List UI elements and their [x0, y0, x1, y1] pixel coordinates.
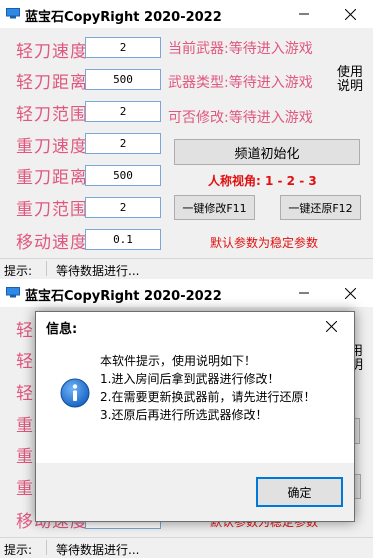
move-speed-input[interactable]: 0.1 — [85, 229, 161, 250]
weapon-type-text: 武器类型:等待进入游戏 — [168, 75, 313, 91]
dialog-line-1: 本软件提示，使用说明如下！ — [100, 354, 257, 368]
close-button[interactable] — [327, 279, 373, 307]
modifiable-text: 可否修改:等待进入游戏 — [168, 110, 313, 126]
label-heavy-speed: 重刀速度 — [16, 137, 88, 157]
label-light-range-dist: 轻刀距离 — [16, 73, 88, 93]
restore-f12-button[interactable]: 一键还原F12 — [280, 195, 361, 220]
light-scope-input[interactable]: 2 — [85, 101, 161, 122]
minimize-button[interactable] — [281, 279, 327, 307]
usage-line-1: 使用 — [336, 65, 363, 80]
status-label: 提示: — [4, 543, 33, 557]
label-light-scope: 轻刀范围 — [16, 105, 88, 125]
close-icon — [344, 8, 356, 20]
status-label: 提示: — [4, 264, 33, 278]
dialog-line-3: 2.在需要更新换武器前，请先进行还原！ — [100, 390, 316, 404]
info-icon — [60, 378, 90, 408]
dialog-close-button[interactable] — [308, 312, 354, 340]
app-icon — [6, 287, 20, 298]
main-window: 蓝宝石CopyRight 2020-2022 轻刀速度 轻刀距离 轻刀范围 重刀… — [0, 0, 373, 279]
label-heavy-dist: 重刀距离 — [16, 168, 88, 188]
window-title: 蓝宝石CopyRight 2020-2022 — [25, 289, 222, 304]
minimize-icon — [299, 13, 309, 15]
minimize-icon — [299, 292, 309, 294]
label-move-speed: 移动速度 — [16, 233, 88, 253]
dialog-title: 信息: — [46, 322, 78, 337]
view-perspective-text: 人称视角: 1 - 2 - 3 — [208, 174, 317, 188]
close-icon — [344, 287, 356, 299]
status-separator — [46, 540, 47, 555]
usage-line-2: 说明 — [336, 79, 363, 94]
default-params-note: 默认参数为稳定参数 — [210, 236, 319, 250]
close-button[interactable] — [327, 0, 373, 28]
info-dialog: 信息: 本软件提示，使用说明如下！ 1.进入房间后拿到武器进行修改！ 2.在需要… — [35, 311, 355, 522]
dialog-body: 本软件提示，使用说明如下！ 1.进入房间后拿到武器进行修改！ 2.在需要更新换武… — [36, 340, 354, 463]
heavy-speed-input[interactable]: 2 — [85, 133, 161, 154]
usage-instructions-link[interactable]: 使用 说明 — [336, 66, 364, 94]
app-icon — [6, 8, 20, 19]
dialog-footer: 确定 — [36, 463, 354, 521]
title-bar: 蓝宝石CopyRight 2020-2022 — [0, 0, 373, 28]
heavy-scope-input[interactable]: 2 — [85, 197, 161, 218]
close-icon — [325, 320, 337, 332]
light-speed-input[interactable]: 2 — [85, 37, 161, 58]
heavy-dist-input[interactable]: 500 — [85, 165, 161, 186]
dialog-line-2: 1.进入房间后拿到武器进行修改！ — [100, 372, 280, 386]
light-dist-input[interactable]: 500 — [85, 69, 161, 90]
status-text: 等待数据进行... — [56, 543, 140, 557]
status-bar: 提示: 等待数据进行... — [0, 258, 373, 279]
label-heavy-scope: 重刀范围 — [16, 200, 88, 220]
dialog-title-bar: 信息: — [36, 312, 354, 340]
status-separator — [46, 261, 47, 276]
minimize-button[interactable] — [281, 0, 327, 28]
label-light-speed: 轻刀速度 — [16, 42, 88, 62]
window-title: 蓝宝石CopyRight 2020-2022 — [25, 10, 222, 25]
channel-init-button[interactable]: 频道初始化 — [174, 139, 360, 165]
status-text: 等待数据进行... — [56, 264, 140, 278]
modify-f11-button[interactable]: 一键修改F11 — [174, 195, 255, 220]
ok-button[interactable]: 确定 — [256, 477, 343, 507]
status-bar: 提示: 等待数据进行... — [0, 537, 373, 558]
dialog-line-4: 3.还原后再进行所选武器修改！ — [100, 408, 268, 422]
current-weapon-text: 当前武器:等待进入游戏 — [168, 41, 313, 57]
title-bar: 蓝宝石CopyRight 2020-2022 — [0, 279, 373, 307]
